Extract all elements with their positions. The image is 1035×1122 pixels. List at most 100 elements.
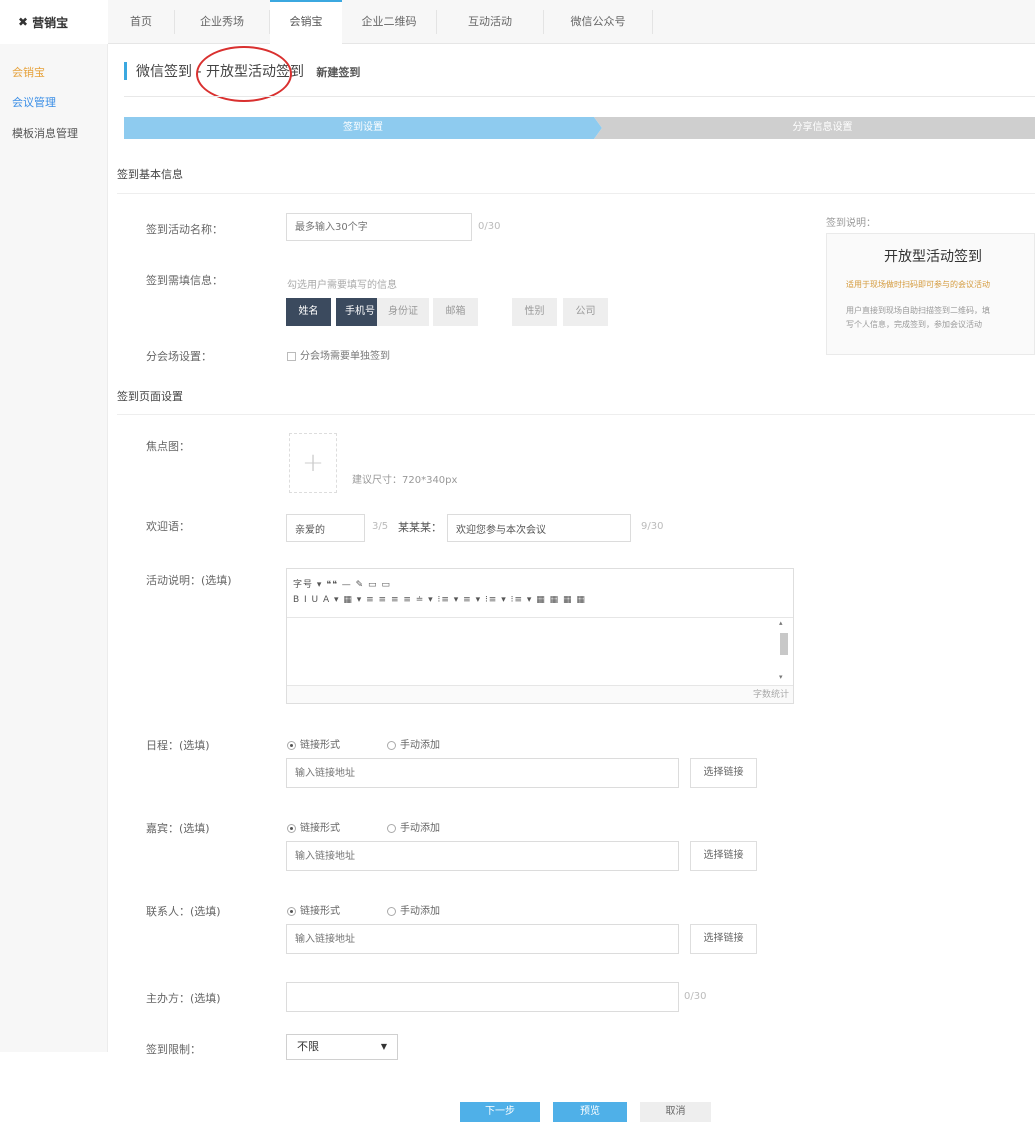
contact-label: 联系人：(选填) [146, 905, 221, 918]
scroll-up-icon[interactable]: ▴ [779, 619, 783, 627]
branch-venue-checkbox[interactable] [287, 351, 296, 361]
focus-image-label: 焦点图： [146, 440, 190, 453]
contact-radio-link[interactable]: 链接形式 [287, 902, 340, 917]
scroll-thumb[interactable] [780, 633, 788, 655]
section-title-page-settings: 签到页面设置 [117, 390, 183, 403]
tab-huixiaobao[interactable]: 会销宝 [270, 0, 342, 44]
guest-radio-link-label: 链接形式 [300, 823, 340, 834]
guest-link-input[interactable] [286, 841, 679, 871]
divider [117, 414, 1035, 415]
branch-venue-option[interactable]: 分会场需要单独签到 [287, 347, 390, 362]
welcome-name-placeholder: 某某某： [398, 521, 442, 534]
chevron-down-icon: ▼ [380, 1042, 387, 1051]
field-tag-company[interactable]: 公司 [563, 298, 608, 326]
radio-checked-icon[interactable] [287, 740, 296, 750]
required-info-label: 签到需填信息： [146, 274, 223, 287]
tab-wechat-official[interactable]: 微信公众号 [544, 0, 652, 44]
field-tag-email[interactable]: 邮箱 [433, 298, 478, 326]
radio-checked-icon[interactable] [287, 906, 296, 916]
tab-company-qrcode[interactable]: 企业二维码 [342, 0, 436, 44]
editor-toolbar-row-1[interactable]: 字号 ▾ ❝❝ — ✎ ▭ ▭ [293, 577, 391, 590]
guest-choose-link-button[interactable]: 选择链接 [690, 841, 757, 871]
editor-scrollbar[interactable]: ▴ ▾ [779, 619, 789, 681]
field-tag-gender[interactable]: 性别 [512, 298, 557, 326]
signin-explanation-highlight: 适用于现场做时扫码即可参与的会议活动 [846, 280, 990, 289]
schedule-radio-manual[interactable]: 手动添加 [387, 736, 440, 751]
editor-content-area[interactable] [287, 617, 793, 685]
scroll-down-icon[interactable]: ▾ [779, 673, 783, 681]
breadcrumb-wechat-signin[interactable]: 微信签到 [136, 64, 192, 80]
tab-interactive-activity[interactable]: 互动活动 [437, 0, 543, 44]
guest-label: 嘉宾：(选填) [146, 822, 210, 835]
sidebar: 会销宝 会议管理 模板消息管理 [0, 44, 108, 1052]
schedule-choose-link-button[interactable]: 选择链接 [690, 758, 757, 788]
contact-link-input[interactable] [286, 924, 679, 954]
welcome-text-input[interactable] [447, 514, 631, 542]
annotation-circle [196, 46, 292, 102]
signin-explanation-title: 开放型活动签到 [884, 249, 982, 265]
host-label: 主办方：(选填) [146, 992, 221, 1005]
focus-image-upload[interactable]: + [289, 433, 337, 493]
activity-name-counter: 0/30 [478, 221, 501, 232]
signin-limit-label: 签到限制： [146, 1043, 201, 1056]
sidebar-item-template-message[interactable]: 模板消息管理 [12, 125, 78, 141]
activity-name-label: 签到活动名称： [146, 223, 223, 236]
schedule-radio-link[interactable]: 链接形式 [287, 736, 340, 751]
tab-company-show[interactable]: 企业秀场 [175, 0, 269, 44]
welcome-text-counter: 9/30 [641, 521, 664, 532]
welcome-label: 欢迎语： [146, 520, 190, 533]
divider [117, 193, 1035, 194]
tab-divider [652, 10, 653, 34]
contact-choose-link-button[interactable]: 选择链接 [690, 924, 757, 954]
sidebar-item-meeting-management[interactable]: 会议管理 [12, 94, 56, 110]
section-title-basic-info: 签到基本信息 [117, 168, 183, 181]
plus-icon: + [302, 448, 324, 478]
cancel-button[interactable]: 取消 [640, 1102, 711, 1122]
step-share-settings: 分享信息设置 [594, 117, 1035, 139]
guest-radio-manual[interactable]: 手动添加 [387, 819, 440, 834]
activity-name-input[interactable] [286, 213, 472, 241]
signin-explanation-desc-1: 用户直接到现场自助扫描签到二维码，填 [846, 306, 990, 315]
signin-explanation-desc-2: 写个人信息，完成签到，参加会议活动 [846, 320, 982, 329]
activity-desc-label: 活动说明：(选填) [146, 574, 232, 587]
required-info-hint: 勾选用户需要填写的信息 [287, 280, 397, 291]
radio-unchecked-icon[interactable] [387, 823, 396, 833]
radio-unchecked-icon[interactable] [387, 906, 396, 916]
step-signin-settings: 签到设置 [124, 117, 602, 139]
rich-text-editor[interactable]: 字号 ▾ ❝❝ — ✎ ▭ ▭ B I U A ▾ ▦ ▾ ≡ ≡ ≡ ≡ ≐ … [286, 568, 794, 704]
schedule-link-input[interactable] [286, 758, 679, 788]
brand-logo[interactable]: ✖ 营销宝 [0, 0, 108, 44]
contact-radio-manual[interactable]: 手动添加 [387, 902, 440, 917]
contact-radio-link-label: 链接形式 [300, 906, 340, 917]
branch-venue-option-label: 分会场需要单独签到 [300, 351, 390, 362]
host-counter: 0/30 [684, 991, 707, 1002]
brand-icon: ✖ [18, 15, 29, 29]
preview-button[interactable]: 预览 [553, 1102, 627, 1122]
schedule-radio-manual-label: 手动添加 [400, 740, 440, 751]
focus-image-size-hint: 建议尺寸：720*340px [352, 475, 458, 486]
field-tag-name[interactable]: 姓名 [286, 298, 331, 326]
branch-venue-label: 分会场设置： [146, 350, 212, 363]
editor-word-count: 字数统计 [287, 685, 793, 703]
next-step-button[interactable]: 下一步 [460, 1102, 540, 1122]
radio-unchecked-icon[interactable] [387, 740, 396, 750]
guest-radio-link[interactable]: 链接形式 [287, 819, 340, 834]
top-navigation: 首页 企业秀场 会销宝 企业二维码 互动活动 微信公众号 [108, 0, 1035, 44]
divider [124, 96, 1035, 97]
signin-limit-select[interactable]: 不限 ▼ [286, 1034, 398, 1060]
signin-explanation-caption: 签到说明： [826, 218, 876, 229]
radio-checked-icon[interactable] [287, 823, 296, 833]
welcome-prefix-counter: 3/5 [372, 521, 389, 532]
breadcrumb-new-signin: 新建签到 [316, 66, 361, 79]
brand-name: 营销宝 [32, 15, 69, 30]
field-tag-idcard[interactable]: 身份证 [377, 298, 429, 326]
host-input[interactable] [286, 982, 679, 1012]
signin-limit-value: 不限 [297, 1040, 319, 1053]
editor-toolbar-row-2[interactable]: B I U A ▾ ▦ ▾ ≡ ≡ ≡ ≡ ≐ ▾ ⁝≡ ▾ ≡ ▾ ⁝≡ ▾ … [293, 595, 586, 605]
guest-radio-manual-label: 手动添加 [400, 823, 440, 834]
schedule-radio-link-label: 链接形式 [300, 740, 340, 751]
welcome-prefix-input[interactable] [286, 514, 365, 542]
signin-explanation-box: 开放型活动签到 适用于现场做时扫码即可参与的会议活动 用户直接到现场自助扫描签到… [826, 233, 1035, 355]
tab-home[interactable]: 首页 [108, 0, 174, 44]
sidebar-item-huixiaobao[interactable]: 会销宝 [12, 64, 45, 80]
